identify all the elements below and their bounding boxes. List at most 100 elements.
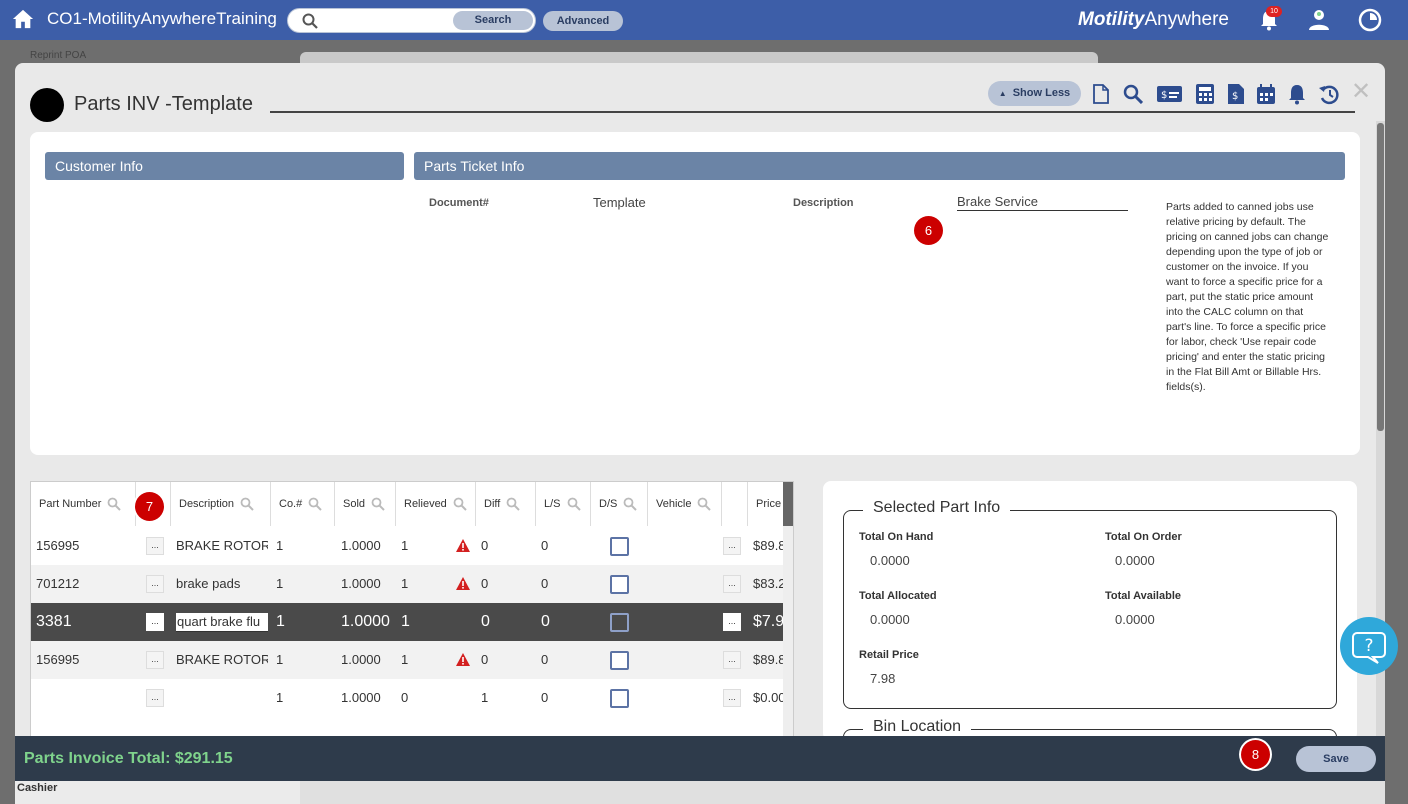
show-less-button[interactable]: ▲ Show Less <box>988 81 1081 106</box>
part-lookup-button[interactable]: ... <box>146 613 164 631</box>
close-icon[interactable]: ✕ <box>1351 77 1371 106</box>
brand-logo: MotilityAnywhere <box>1078 9 1229 31</box>
total-allocated-label: Total Allocated <box>859 590 937 602</box>
retail-price-label: Retail Price <box>859 649 919 661</box>
brand-light: Anywhere <box>1144 9 1230 30</box>
search-input[interactable]: Search <box>287 8 536 33</box>
price-cell: $7.9 <box>753 613 783 630</box>
grid-scrollbar[interactable] <box>783 482 793 526</box>
modal-scrollbar-thumb[interactable] <box>1377 123 1384 431</box>
vehicle-lookup-button[interactable]: ... <box>723 537 741 555</box>
svg-text:$: $ <box>1232 91 1238 102</box>
home-icon[interactable] <box>12 8 34 35</box>
sold-cell: 1.0000 <box>341 538 381 553</box>
diff-cell: 0 <box>481 652 489 667</box>
col-label: Diff <box>484 498 501 510</box>
col-header-description[interactable]: Description <box>171 482 271 526</box>
part-number-cell: 156995 <box>36 652 80 667</box>
payment-card-icon[interactable]: $ <box>1157 84 1182 109</box>
col-label: Part Number <box>39 498 102 510</box>
relieved-cell: 1 <box>401 538 409 553</box>
part-lookup-button[interactable]: ... <box>146 689 164 707</box>
search-icon[interactable] <box>1123 84 1144 109</box>
app-title: CO1-MotilityAnywhereTraining <box>47 9 277 28</box>
advanced-search-button[interactable]: Advanced <box>543 11 623 31</box>
search-icon <box>567 497 581 511</box>
search-icon <box>302 13 318 34</box>
part-lookup-button[interactable]: ... <box>146 537 164 555</box>
bell-icon[interactable] <box>1287 84 1307 110</box>
ds-checkbox[interactable] <box>610 613 629 632</box>
price-cell: $89.8 <box>753 538 783 553</box>
clock-icon[interactable] <box>1358 8 1382 37</box>
vehicle-lookup-button[interactable]: ... <box>723 651 741 669</box>
col-label: L/S <box>544 498 561 510</box>
description-cell: brake pads <box>176 576 241 591</box>
part-lookup-button[interactable]: ... <box>146 575 164 593</box>
parts-invoice-modal: Parts INV -Template ▲ Show Less $ $ ✕ Cus… <box>15 63 1385 799</box>
info-card: Customer Info Parts Ticket Info Document… <box>30 132 1360 455</box>
col-header-vehicle[interactable]: Vehicle <box>648 482 722 526</box>
table-row[interactable]: ... 1 1.0000 0 1 0 ... $0.00 <box>31 679 783 717</box>
table-row[interactable]: 156995 ... BRAKE ROTOR 1 1.0000 1 0 0 ..… <box>31 641 783 679</box>
ds-checkbox[interactable] <box>610 537 629 556</box>
total-available-value: 0.0000 <box>1115 612 1155 627</box>
selected-part-info-legend: Selected Part Info <box>863 499 1011 517</box>
table-row[interactable]: 156995 ... BRAKE ROTOR 1 1.0000 1 0 0 ..… <box>31 527 783 565</box>
search-icon <box>107 497 122 511</box>
calculator-icon[interactable] <box>1196 84 1214 109</box>
warning-icon <box>456 577 470 593</box>
price-cell: $0.00 <box>753 690 783 705</box>
calendar-icon[interactable] <box>1257 84 1275 109</box>
description-input[interactable]: quart brake flu <box>176 613 268 632</box>
svg-text:$: $ <box>1161 90 1167 101</box>
history-icon[interactable] <box>1318 84 1340 110</box>
ds-checkbox[interactable] <box>610 575 629 594</box>
search-button[interactable]: Search <box>453 11 533 30</box>
grid-scrollbar-track[interactable] <box>783 526 793 740</box>
price-cell: $89.8 <box>753 652 783 667</box>
col-header-ls[interactable]: L/S <box>536 482 591 526</box>
total-on-order-label: Total On Order <box>1105 531 1182 543</box>
modal-title: Parts INV -Template <box>74 93 253 115</box>
search-icon <box>453 497 467 511</box>
col-label: Relieved <box>404 498 447 510</box>
background-strip <box>300 781 1385 804</box>
ls-cell: 0 <box>541 652 549 667</box>
table-row-selected[interactable]: 3381 ... quart brake flu 1 1.0000 1 0 0 … <box>31 603 783 641</box>
col-header-price[interactable]: Price <box>748 482 788 526</box>
search-icon <box>506 497 521 511</box>
col-header-diff[interactable]: Diff <box>476 482 536 526</box>
show-less-label: Show Less <box>1012 87 1071 99</box>
title-divider <box>270 111 1355 113</box>
brand-bold: Motility <box>1078 9 1145 30</box>
modal-footer: Parts Invoice Total: $291.15 8 Save <box>15 736 1385 781</box>
vehicle-lookup-button[interactable]: ... <box>723 575 741 593</box>
diff-cell: 0 <box>481 576 489 591</box>
table-row[interactable]: 701212 ... brake pads 1 1.0000 1 0 0 ...… <box>31 565 783 603</box>
save-button[interactable]: Save <box>1296 746 1376 772</box>
col-header-ds[interactable]: D/S <box>591 482 648 526</box>
document-icon[interactable] <box>1093 84 1109 109</box>
ds-checkbox[interactable] <box>610 651 629 670</box>
vehicle-lookup-button[interactable]: ... <box>723 613 741 631</box>
sold-cell: 1.0000 <box>341 576 381 591</box>
total-on-hand-label: Total On Hand <box>859 531 934 543</box>
col-label: Sold <box>343 498 366 510</box>
part-lookup-button[interactable]: ... <box>146 651 164 669</box>
parts-ticket-info-header: Parts Ticket Info <box>414 152 1345 180</box>
description-field[interactable]: Brake Service <box>957 194 1128 211</box>
help-button[interactable]: ? <box>1340 617 1398 675</box>
co-cell: 1 <box>276 690 284 705</box>
ds-checkbox[interactable] <box>610 689 629 708</box>
invoice-dollar-icon[interactable]: $ <box>1228 84 1244 109</box>
col-header-sold[interactable]: Sold <box>335 482 396 526</box>
co-cell: 1 <box>276 576 284 591</box>
col-header-relieved[interactable]: Relieved <box>396 482 476 526</box>
col-header-co[interactable]: Co.# <box>271 482 335 526</box>
col-header-part-number[interactable]: Part Number <box>31 482 136 526</box>
user-icon[interactable] <box>1307 8 1331 37</box>
total-available-label: Total Available <box>1105 590 1182 602</box>
document-number-value: Template <box>593 195 646 210</box>
vehicle-lookup-button[interactable]: ... <box>723 689 741 707</box>
